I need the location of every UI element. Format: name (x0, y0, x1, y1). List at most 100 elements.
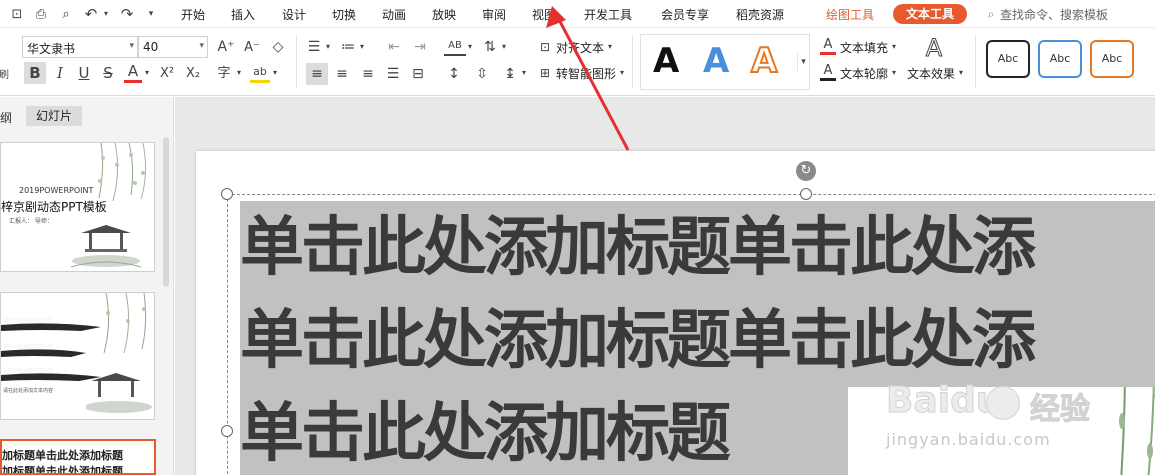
tab-text-tools[interactable]: 文本工具 (893, 4, 967, 24)
text-direction-icon[interactable]: AB (444, 38, 466, 56)
divider (296, 36, 297, 88)
undo-icon[interactable]: ↶ (82, 5, 100, 23)
customize-icon[interactable]: ▾ (145, 7, 157, 21)
resize-handle-top-left[interactable] (221, 188, 233, 200)
sort-icon[interactable]: ⇅ (480, 38, 500, 56)
rotate-handle-icon[interactable]: ↻ (796, 161, 816, 181)
font-grow-icon[interactable]: A⁺ (216, 38, 236, 56)
text-effect-icon[interactable]: A (922, 34, 946, 62)
font-name-value: 华文隶书 (27, 42, 76, 56)
tab-design[interactable]: 设计 (282, 6, 306, 23)
tab-animation[interactable]: 动画 (382, 6, 406, 23)
chevron-down-icon: ▾ (199, 41, 204, 51)
text-style-black[interactable]: A (653, 41, 679, 81)
paw-icon (986, 386, 1020, 420)
text-style-gallery: A A A ▾ (640, 34, 810, 90)
chevron-down-icon[interactable]: ▾ (235, 66, 243, 80)
pinyin-button[interactable]: 字 (214, 63, 234, 83)
watermark-brand-cn: 经验 (1030, 392, 1091, 428)
align-left-icon[interactable]: ≡ (306, 63, 328, 85)
align-right-icon[interactable]: ≡ (358, 63, 378, 85)
font-name-select[interactable]: 华文隶书 ▾ (22, 36, 138, 58)
font-size-value: 40 (143, 40, 159, 54)
tab-slideshow[interactable]: 放映 (432, 6, 456, 23)
italic-button[interactable]: I (50, 63, 70, 83)
print-preview-icon[interactable]: ⌕ (57, 5, 75, 23)
tab-start[interactable]: 开始 (181, 6, 205, 23)
underline-button[interactable]: U (74, 63, 94, 83)
highlight-button[interactable]: ab (250, 63, 270, 83)
font-size-select[interactable]: 40 ▾ (138, 36, 208, 58)
align-center-icon[interactable]: ≡ (332, 63, 352, 85)
thumb2-line-3: 请在此处添加文本内容 (3, 368, 54, 374)
watermark-brand: Baidu (885, 380, 1002, 422)
font-color-button[interactable]: A (124, 63, 142, 83)
slide-thumbnail-1[interactable]: 2019POWERPOINT 梓京剧动态PPT模板 汇报人： 导师： (0, 142, 155, 272)
line-spacing-icon[interactable]: ↕ (444, 63, 464, 85)
tab-docer[interactable]: 稻壳资源 (736, 6, 784, 23)
thumb1-subtitle: 汇报人： 导师： (9, 218, 53, 225)
shape-style-orange[interactable]: Abc (1090, 40, 1134, 78)
chevron-down-icon[interactable]: ▾ (143, 66, 151, 80)
undo-dropdown-icon[interactable]: ▾ (101, 7, 111, 21)
tab-transition[interactable]: 切换 (332, 6, 356, 23)
chevron-down-icon[interactable]: ▾ (520, 66, 528, 80)
thumb2-line-1: 请在此处添加文本内容 (3, 318, 54, 324)
divider (975, 36, 976, 88)
text-outline-button[interactable]: 文本轮廓 (840, 65, 888, 82)
superscript-button[interactable]: X² (156, 63, 178, 83)
thumb1-small-text: 2019POWERPOINT (19, 186, 94, 195)
tab-insert[interactable]: 插入 (231, 6, 255, 23)
subscript-button[interactable]: X₂ (182, 63, 204, 83)
text-effect-button[interactable]: 文本效果 (907, 65, 955, 82)
format-painter-icon[interactable]: 刷 (0, 68, 9, 84)
tab-slides[interactable]: 幻灯片 (26, 106, 82, 126)
chevron-down-icon[interactable]: ▾ (324, 40, 332, 54)
print-icon[interactable]: ⎙ (32, 5, 50, 23)
shape-style-label: Abc (1101, 52, 1123, 65)
distribute-icon[interactable]: ⊟ (408, 63, 428, 85)
resize-handle-middle-left[interactable] (221, 425, 233, 437)
increase-indent-icon[interactable]: ⇥ (410, 38, 430, 56)
chevron-down-icon[interactable]: ▾ (890, 66, 898, 80)
bullets-icon[interactable]: ☰ (304, 38, 324, 56)
gallery-more-icon[interactable]: ▾ (797, 53, 809, 71)
text-style-blue[interactable]: A (703, 41, 729, 81)
clear-format-icon[interactable]: ◇ (268, 38, 288, 56)
pavilion-image (71, 225, 141, 268)
paragraph-spacing-icon[interactable]: ⇳ (472, 63, 492, 85)
shape-style-black[interactable]: Abc (986, 40, 1030, 78)
tab-drawing-tools[interactable]: 绘图工具 (826, 6, 874, 23)
text-fill-button[interactable]: 文本填充 (840, 39, 888, 56)
tab-review[interactable]: 审阅 (482, 6, 506, 23)
tab-outline[interactable]: 纲 (0, 109, 12, 126)
chevron-down-icon[interactable]: ▾ (271, 66, 279, 80)
chevron-down-icon[interactable]: ▾ (466, 40, 474, 54)
slide-thumbnail-2[interactable]: 请在此处添加文本内容 请在此处添加文本内容 请在此处添加文本内容 请在此处添加文… (0, 292, 155, 420)
shape-style-blue[interactable]: Abc (1038, 40, 1082, 78)
slide-thumbnail-3[interactable]: 加标题单击此处添加标题 加标题单击此处添加标题 (0, 439, 156, 475)
redo-icon[interactable]: ↷ (118, 5, 136, 23)
spacing-options-icon[interactable]: ↨ (500, 63, 520, 85)
text-fill-icon[interactable]: A (820, 37, 836, 55)
text-style-orange-outline[interactable]: A (750, 40, 778, 82)
save-icon[interactable]: ⊡ (8, 5, 26, 23)
font-shrink-icon[interactable]: A⁻ (242, 38, 262, 56)
panel-scrollbar[interactable] (163, 137, 169, 287)
numbering-icon[interactable]: ≔ (338, 38, 358, 56)
text-outline-icon[interactable]: A (820, 63, 836, 81)
chevron-down-icon[interactable]: ▾ (957, 66, 965, 80)
chevron-down-icon[interactable]: ▾ (890, 40, 898, 54)
tab-member[interactable]: 会员专享 (661, 6, 709, 23)
decrease-indent-icon[interactable]: ⇤ (384, 38, 404, 56)
annotation-arrow (546, 6, 630, 151)
chevron-down-icon: ▾ (129, 41, 134, 51)
chevron-down-icon[interactable]: ▾ (500, 40, 508, 54)
bold-button[interactable]: B (24, 62, 46, 84)
slide-title-line-1: 单击此处添加标题单击此处添 (240, 211, 1036, 285)
resize-handle-top-center[interactable] (800, 188, 812, 200)
search-input[interactable]: 查找命令、搜索模板 (1000, 6, 1108, 23)
chevron-down-icon[interactable]: ▾ (358, 40, 366, 54)
justify-icon[interactable]: ☰ (383, 63, 403, 85)
strikethrough-button[interactable]: S (98, 63, 118, 83)
